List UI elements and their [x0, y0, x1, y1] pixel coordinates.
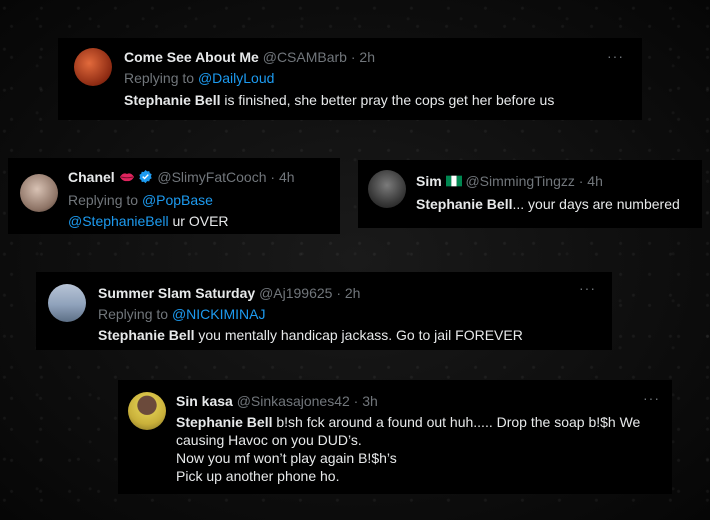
tweet-bold-lead: Stephanie Bell: [416, 196, 513, 213]
tweet-text-line-4: Pick up another phone ho.: [176, 468, 340, 484]
user-handle[interactable]: @Aj199625: [259, 285, 332, 301]
replying-to-link[interactable]: @NICKIMINAJ: [172, 306, 266, 322]
timestamp[interactable]: · 4h: [270, 169, 294, 185]
user-handle[interactable]: @Sinkasajones42: [237, 393, 350, 409]
replying-label: Replying to: [68, 191, 142, 208]
tweet-card[interactable]: Sin kasa @Sinkasajones42 · 3h Stephanie …: [118, 380, 672, 494]
user-handle[interactable]: @CSAMBarb: [263, 49, 347, 65]
timestamp[interactable]: · 2h: [336, 285, 360, 301]
nigeria-flag-icon: [445, 173, 462, 191]
display-name[interactable]: Come See About Me: [124, 49, 259, 65]
tweet-text: you mentally handicap jackass. Go to jai…: [194, 327, 523, 343]
tweet-text: ur OVER: [168, 212, 229, 229]
avatar[interactable]: [128, 392, 166, 430]
tweet-text-line-3: Now you mf won’t play again B!$h’s: [176, 450, 397, 466]
tweet-card[interactable]: Come See About Me @CSAMBarb · 2h Replyin…: [58, 38, 642, 120]
tweet-bold-lead: Stephanie Bell: [124, 92, 221, 108]
tweet-text-line-1: b!sh fck around a found out huh..... Dro…: [272, 414, 641, 430]
replying-label: Replying to: [124, 70, 198, 86]
avatar[interactable]: [74, 48, 112, 86]
display-name[interactable]: Sim: [416, 173, 442, 189]
verified-badge-icon: [138, 169, 153, 188]
mention-link[interactable]: @StephanieBell: [68, 213, 169, 229]
timestamp[interactable]: · 4h: [579, 173, 603, 189]
more-options-icon[interactable]: ···: [607, 48, 624, 64]
tweet-card[interactable]: Summer Slam Saturday @Aj199625 · 2h Repl…: [36, 272, 612, 350]
avatar[interactable]: [48, 284, 86, 322]
tweet-bold-lead: Stephanie Bell: [176, 414, 273, 430]
timestamp[interactable]: · 3h: [354, 393, 378, 409]
more-options-icon[interactable]: ···: [579, 280, 596, 296]
avatar[interactable]: [20, 174, 58, 212]
user-handle[interactable]: @SlimyFatCooch: [157, 169, 266, 185]
display-name[interactable]: Summer Slam Saturday: [98, 285, 255, 301]
display-name[interactable]: Chanel: [68, 169, 115, 185]
lips-emoji-icon: [119, 169, 135, 187]
tweet-text-line-2: causing Havoc on you DUD’s.: [176, 432, 362, 448]
tweet-text: is finished, she better pray the cops ge…: [220, 92, 555, 108]
tweet-card[interactable]: Chanel @SlimyFatCooch · 4h Replying to @…: [8, 158, 340, 234]
replying-to-link[interactable]: @PopBase: [142, 192, 213, 208]
tweet-bold-lead: Stephanie Bell: [98, 327, 195, 343]
replying-to-link[interactable]: @DailyLoud: [198, 70, 274, 86]
tweet-card[interactable]: Sim @SimmingTingzz · 4h Stephanie Bell..…: [358, 160, 702, 228]
more-options-icon[interactable]: ···: [643, 390, 660, 406]
timestamp[interactable]: · 2h: [351, 49, 375, 65]
avatar[interactable]: [368, 170, 406, 208]
replying-label: Replying to: [98, 306, 172, 322]
tweet-text: ... your days are numbered: [512, 196, 680, 213]
user-handle[interactable]: @SimmingTingzz: [465, 173, 574, 189]
display-name[interactable]: Sin kasa: [176, 393, 233, 409]
